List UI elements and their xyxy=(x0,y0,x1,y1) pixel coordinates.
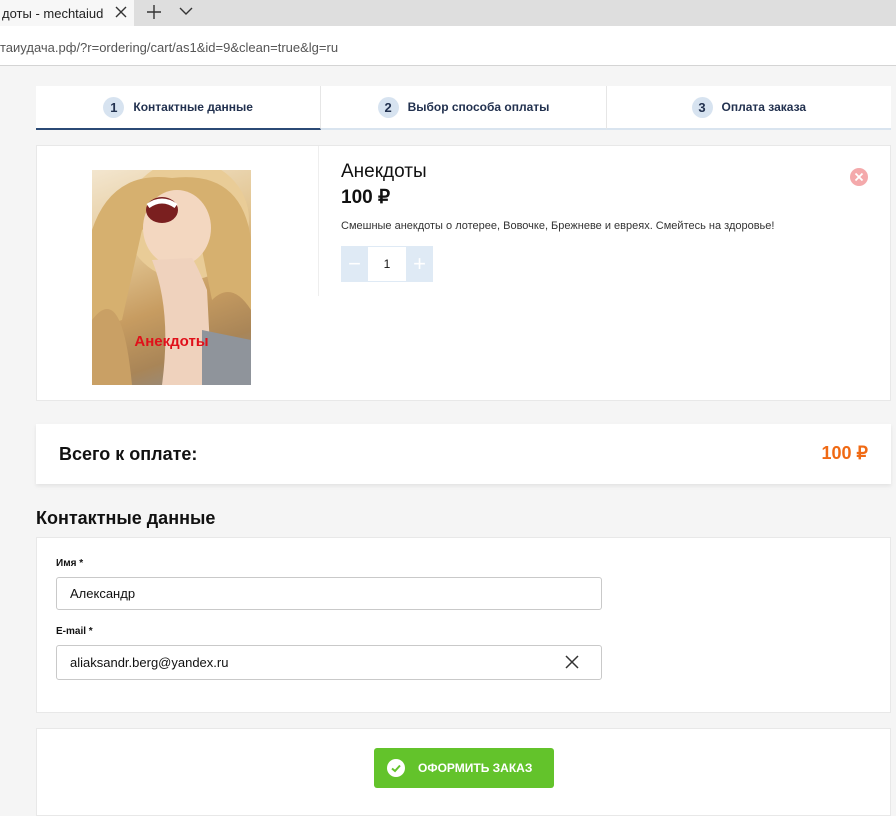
tab-close-icon[interactable] xyxy=(112,3,130,21)
step-contact[interactable]: 1 Контактные данные xyxy=(36,86,322,130)
total-value: 100 ₽ xyxy=(821,443,869,463)
step-number: 2 xyxy=(377,96,399,118)
browser-tab-bar: доты - mechtaiudac xyxy=(0,0,896,26)
product-description: Смешные анекдоты о лотерее, Вовочке, Бре… xyxy=(341,220,775,232)
step-label: Оплата заказа xyxy=(721,100,807,114)
product-image-caption: Анекдоты xyxy=(134,333,209,350)
product-photo xyxy=(92,170,251,385)
step-payment-method[interactable]: 2 Выбор способа оплаты xyxy=(321,86,607,130)
check-circle-icon xyxy=(387,759,405,777)
email-field[interactable] xyxy=(56,645,602,680)
name-field[interactable] xyxy=(56,577,602,610)
quantity-value[interactable]: 1 xyxy=(368,246,406,282)
remove-item-icon[interactable] xyxy=(850,168,868,186)
step-label: Контактные данные xyxy=(133,100,253,114)
quantity-decrease-button[interactable]: − xyxy=(341,246,368,282)
cart-item-card: Анекдоты Анекдоты 100 ₽ Смешные анекдоты… xyxy=(36,145,891,401)
email-label: E-mail * xyxy=(56,626,93,637)
new-tab-icon[interactable] xyxy=(144,2,164,22)
order-total: Всего к оплате: 100 ₽ xyxy=(36,424,891,484)
address-bar[interactable]: таиудача.рф/?r=ordering/cart/as1&id=9&cl… xyxy=(0,26,896,66)
step-label: Выбор способа оплаты xyxy=(407,100,550,114)
quantity-increase-button[interactable]: + xyxy=(406,246,433,282)
quantity-stepper: − 1 + xyxy=(341,246,433,282)
product-image: Анекдоты xyxy=(92,170,251,385)
divider xyxy=(318,146,319,296)
url-text[interactable]: таиудача.рф/?r=ordering/cart/as1&id=9&cl… xyxy=(0,40,338,55)
contact-section-title: Контактные данные xyxy=(36,508,216,528)
clear-field-icon[interactable] xyxy=(564,654,580,670)
step-number: 3 xyxy=(691,96,713,118)
submit-section: ОФОРМИТЬ ЗАКАЗ xyxy=(36,728,891,816)
place-order-button[interactable]: ОФОРМИТЬ ЗАКАЗ xyxy=(374,748,554,788)
chevron-down-icon[interactable] xyxy=(178,3,194,19)
total-label: Всего к оплате: xyxy=(59,444,198,464)
step-number: 1 xyxy=(103,96,125,118)
contact-form: Имя * E-mail * xyxy=(36,537,891,713)
tab-title: доты - mechtaiudac xyxy=(2,5,104,21)
place-order-label: ОФОРМИТЬ ЗАКАЗ xyxy=(418,761,533,775)
order-steps: 1 Контактные данные 2 Выбор способа опла… xyxy=(36,86,891,130)
browser-tab[interactable]: доты - mechtaiudac xyxy=(0,0,134,26)
product-price: 100 ₽ xyxy=(341,187,391,208)
step-payment[interactable]: 3 Оплата заказа xyxy=(606,86,891,130)
product-title: Анекдоты xyxy=(341,161,427,182)
name-label: Имя * xyxy=(56,558,84,569)
